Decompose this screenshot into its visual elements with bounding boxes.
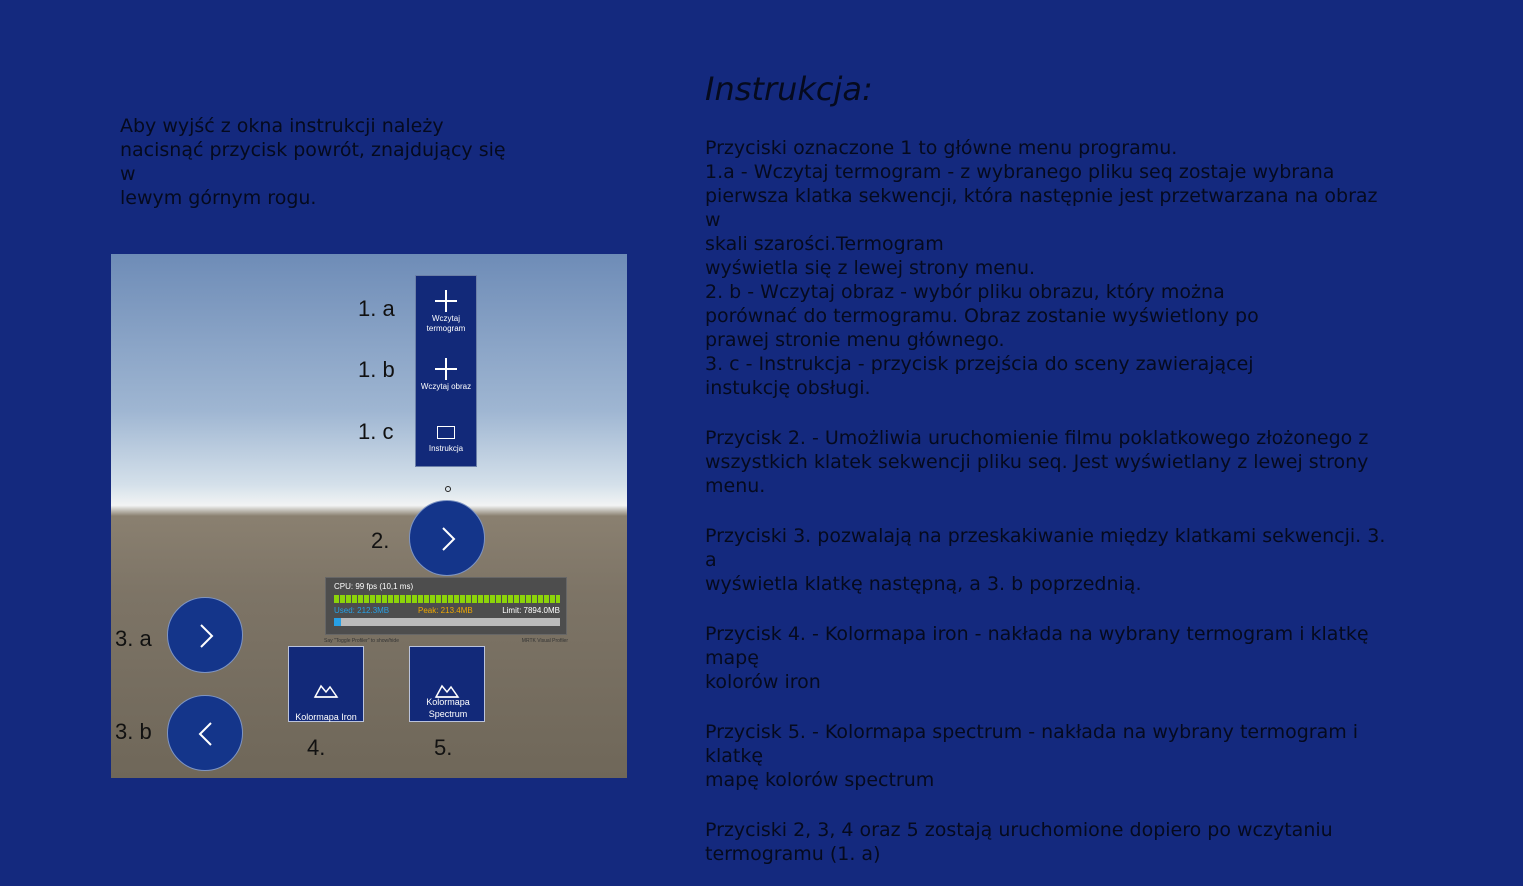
colormap-iron-label: Kolormapa Iron (295, 712, 357, 722)
plus-icon (435, 358, 457, 380)
profiler-footer: Say "Toggle Profiler" to show/hide MRTK … (324, 638, 568, 644)
cursor-dot (445, 486, 451, 492)
profiler-brand: MRTK Visual Profiler (521, 638, 568, 644)
profiler-fps-bars (334, 595, 560, 603)
colormap-iron-button: Kolormapa Iron (288, 646, 364, 722)
label-5: 5. (434, 735, 453, 760)
app-preview-image: Wczytaj termogram Wczytaj obraz Instrukc… (111, 254, 627, 778)
profiler-limit: Limit: 7894.0MB (502, 606, 560, 615)
plus-icon (435, 290, 457, 312)
chevron-right-icon (442, 527, 456, 551)
instruction-button: Instrukcja (416, 422, 476, 454)
load-thermogram-button: Wczytaj termogram (416, 290, 476, 334)
instruction-paragraph: Przycisk 5. - Kolormapa spectrum - nakła… (705, 721, 1359, 791)
label-2: 2. (371, 528, 390, 553)
chevron-right-icon (200, 624, 214, 648)
instructions: Przyciski oznaczone 1 to główne menu pro… (705, 136, 1395, 866)
profiler-used: Used: 212.3MB (334, 606, 390, 615)
label-1c: 1. c (358, 419, 394, 444)
play-button (409, 500, 485, 576)
exit-note: Aby wyjść z okna instrukcji należy nacis… (120, 115, 506, 209)
profiler-memory-bar (334, 618, 560, 626)
label-1b: 1. b (358, 357, 395, 382)
next-frame-button (167, 597, 243, 673)
profiler-cpu: CPU: 99 fps (10,1 ms) (334, 582, 414, 591)
main-menu: Wczytaj termogram Wczytaj obraz Instrukc… (415, 275, 477, 467)
instruction-paragraph: Przycisk 4. - Kolormapa iron - nakłada n… (705, 623, 1369, 693)
label-3b: 3. b (115, 719, 152, 744)
load-image-button: Wczytaj obraz (416, 358, 476, 392)
instruction-paragraph: Przyciski 3. pozwalają na przeskakiwanie… (705, 525, 1386, 595)
label-4: 4. (307, 735, 326, 760)
profiler-peak: Peak: 213.4MB (418, 606, 473, 615)
profiler-hint: Say "Toggle Profiler" to show/hide (324, 638, 399, 644)
colormap-spectrum-label: Kolormapa Spectrum (426, 697, 470, 719)
landscape-icon (313, 684, 339, 698)
visual-profiler: CPU: 99 fps (10,1 ms) Used: 212.3MB Peak… (325, 577, 567, 635)
page-title: Instrukcja: (705, 70, 873, 108)
label-1a: 1. a (358, 296, 395, 321)
instruction-paragraph: Przycisk 2. - Umożliwia uruchomienie fil… (705, 427, 1369, 497)
instruction-paragraph: Przyciski oznaczone 1 to główne menu pro… (705, 137, 1378, 399)
previous-frame-button (167, 695, 243, 771)
chevron-left-icon (198, 722, 212, 746)
colormap-spectrum-button: Kolormapa Spectrum (409, 646, 485, 722)
label-3a: 3. a (115, 626, 152, 651)
profiler-memory-fill (334, 618, 341, 626)
instruction-paragraph: Przyciski 2, 3, 4 oraz 5 zostają uruchom… (705, 819, 1333, 865)
chat-icon (437, 426, 455, 439)
